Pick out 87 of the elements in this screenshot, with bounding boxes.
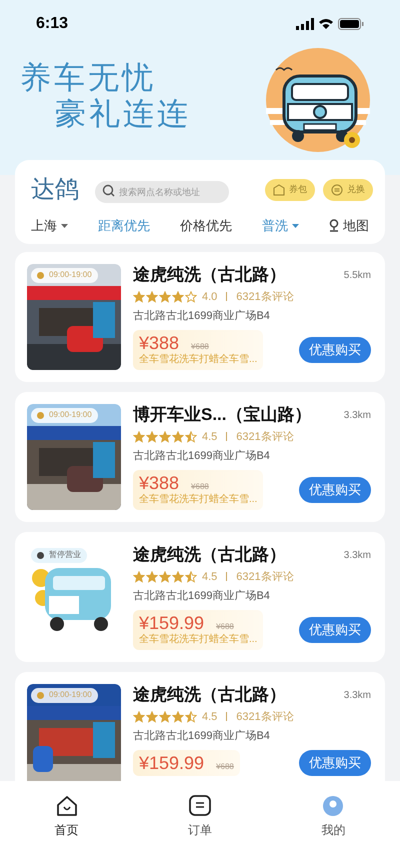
distance-text: 3.3km (344, 548, 371, 562)
rating-value: 4.5 (202, 710, 218, 724)
star-icon (159, 430, 171, 443)
address-text: 古北路古北1699商业广场B4 (133, 308, 271, 324)
hours-badge: 09:00-19:00 (31, 408, 98, 422)
star-icon (159, 570, 171, 583)
shop-name: 博开车业S...（宝山路） (133, 404, 312, 426)
exchange-icon (331, 184, 343, 196)
filter-tab[interactable]: 地图 (329, 216, 369, 236)
search-field[interactable]: 搜索网点名称或地址 (95, 181, 229, 203)
price-text: ¥388 (139, 332, 180, 352)
buy-button[interactable]: 优惠购买 (299, 616, 371, 642)
price-text: ¥159.99 (139, 752, 204, 772)
shop-name: 途虎纯洗（古北路） (133, 684, 286, 706)
star-icon (146, 290, 158, 303)
filter-tab[interactable]: 普洗 (262, 216, 299, 236)
brand-name: 达鸽 (30, 175, 80, 205)
star-icon (133, 290, 145, 303)
shop-name: 途虎纯洗（古北路） (133, 264, 286, 286)
original-price: ¥688 (191, 480, 209, 492)
caret-icon (292, 224, 299, 228)
star-icon (172, 430, 184, 443)
shop-card[interactable]: 09:00-19:00 途虎纯洗（古北路） 3.3km 4.5 6321条评论 古北路古北1699商业广场B4 ¥159.99 ¥688 优惠购买 (15, 672, 385, 781)
original-price: ¥688 (191, 340, 209, 352)
star-icon (185, 570, 197, 583)
filter-tab[interactable]: 价格优先 (180, 216, 232, 236)
distance-text: 3.3km (344, 688, 371, 702)
shop-card[interactable]: 09:00-19:00 途虎纯洗（古北路） 5.5km 4.0 6321条评论 古北路古北1699商业广场B4 ¥388 ¥688 全车雪花洗车打蜡全车雪... 优惠购买 (15, 252, 385, 382)
star-icon (133, 430, 145, 443)
signal-icon (296, 18, 314, 30)
banner-title: 养车无忧 (20, 60, 157, 96)
star-icon (146, 430, 158, 443)
star-icon (185, 430, 197, 443)
star-icon (185, 710, 197, 723)
wifi-icon (318, 18, 334, 30)
battery-icon (338, 18, 364, 30)
filter-tab[interactable]: 上海 (31, 216, 68, 236)
star-icon (159, 290, 171, 303)
star-icon (185, 290, 197, 303)
distance-text: 3.3km (344, 408, 371, 422)
original-price: ¥688 (216, 620, 234, 632)
pin-icon (329, 219, 339, 232)
tab-item[interactable]: 我的 (298, 795, 368, 866)
package-description: 全车雪花洗车打蜡全车雪... (139, 352, 258, 366)
package-description: 全车雪花洗车打蜡全车雪... (139, 632, 258, 646)
rating-value: 4.5 (202, 430, 218, 444)
star-icon (133, 710, 145, 723)
shop-card[interactable]: 09:00-19:00 博开车业S...（宝山路） 3.3km 4.5 6321条评论 古北路古北1699商业广场B4 ¥388 ¥688 全车雪花洗车打蜡全车雪... 优惠购买 (15, 392, 385, 522)
tab-item[interactable]: 订单 (164, 795, 235, 866)
star-icon (146, 710, 158, 723)
shop-card[interactable]: 暂停营业 途虎纯洗（古北路） 3.3km 4.5 6321条评论 古北路古北1699商业广场B4 ¥159.99 ¥688 全车雪花洗车打蜡全车雪... 优惠购买 (15, 532, 385, 662)
home-icon (56, 795, 78, 817)
price-text: ¥388 (139, 472, 180, 492)
star-icon (172, 290, 184, 303)
order-icon (188, 795, 211, 817)
status-time: 6:13 (36, 14, 68, 34)
address-text: 古北路古北1699商业广场B4 (133, 728, 271, 744)
original-price: ¥688 (216, 760, 234, 772)
review-count: 6321条评论 (236, 430, 294, 444)
review-count: 6321条评论 (236, 710, 294, 724)
review-count: 6321条评论 (236, 290, 294, 304)
review-count: 6321条评论 (236, 570, 294, 584)
star-icon (172, 570, 184, 583)
distance-text: 5.5km (344, 268, 371, 282)
hours-badge: 09:00-19:00 (31, 268, 98, 282)
hours-badge: 09:00-19:00 (31, 688, 98, 702)
address-text: 古北路古北1699商业广场B4 (133, 448, 271, 464)
profile-icon (322, 795, 344, 817)
caret-icon (61, 224, 68, 228)
filter-tab[interactable]: 距离优先 (98, 216, 150, 236)
buy-button[interactable]: 优惠购买 (299, 750, 371, 776)
star-icon (159, 710, 171, 723)
shop-name: 途虎纯洗（古北路） (133, 544, 286, 566)
rating-value: 4.5 (202, 570, 218, 584)
address-text: 古北路古北1699商业广场B4 (133, 588, 271, 604)
buy-button[interactable]: 优惠购买 (299, 336, 371, 362)
package-description: 全车雪花洗车打蜡全车雪... (139, 492, 258, 506)
star-icon (133, 570, 145, 583)
search-icon (102, 184, 115, 196)
buy-button[interactable]: 优惠购买 (299, 476, 371, 502)
hours-badge: 暂停营业 (31, 548, 87, 562)
star-icon (146, 570, 158, 583)
tab-item[interactable]: 首页 (32, 795, 102, 866)
star-icon (172, 710, 184, 723)
banner-title: 豪礼连连 (54, 96, 191, 132)
price-text: ¥159.99 (139, 612, 204, 632)
rating-value: 4.0 (202, 290, 218, 304)
